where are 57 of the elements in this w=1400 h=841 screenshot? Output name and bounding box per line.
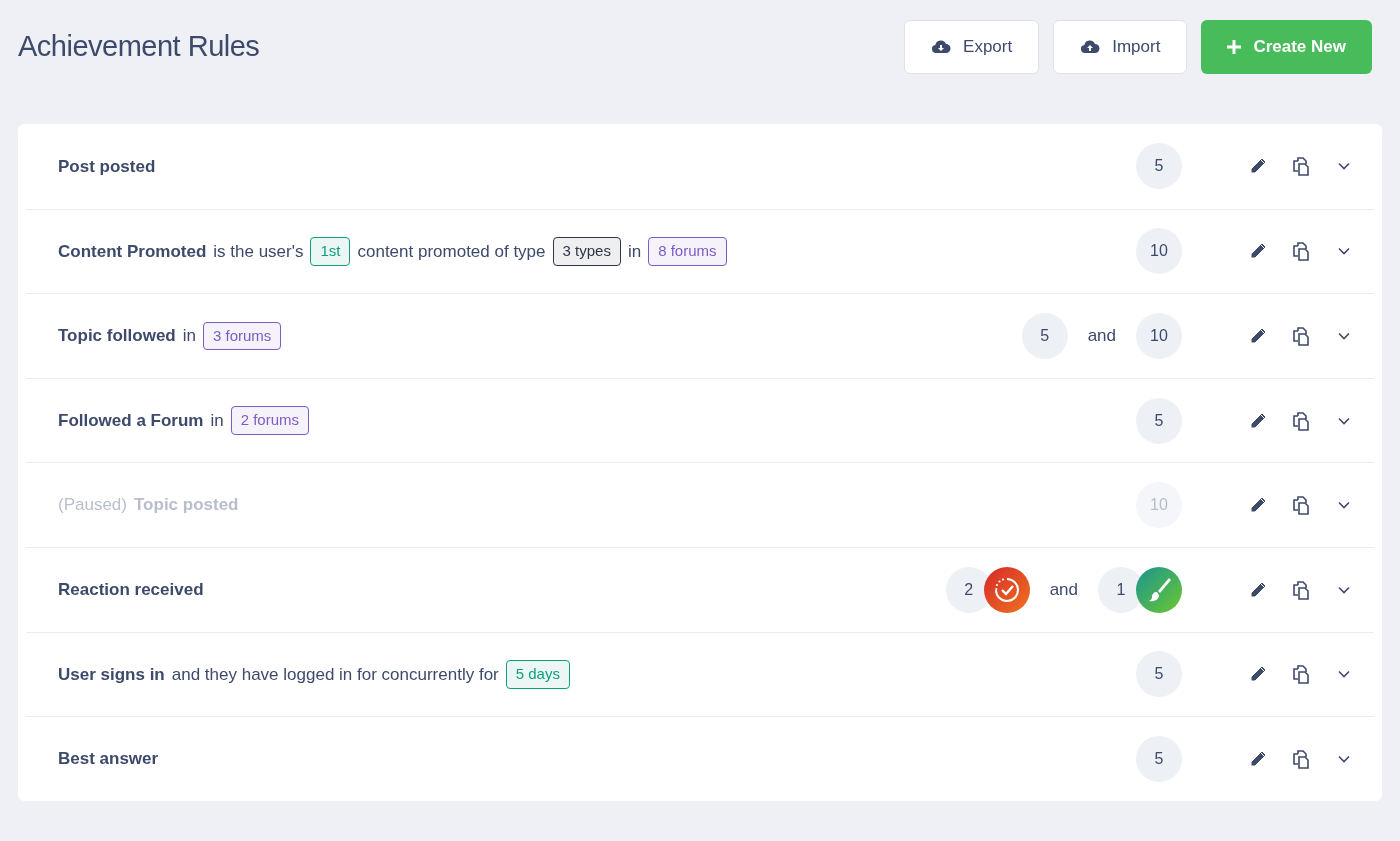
copy-icon[interactable] (1290, 663, 1312, 686)
pencil-icon[interactable] (1248, 326, 1268, 346)
cloud-upload-icon (1080, 39, 1101, 55)
points-badge: 5 (1136, 651, 1182, 698)
and-text: and (1087, 325, 1116, 348)
rule-name: Post posted (58, 155, 156, 178)
copy-icon[interactable] (1290, 325, 1312, 347)
copy-icon[interactable] (1290, 155, 1312, 178)
points-badge: 10 (1136, 482, 1182, 529)
rule-text: is the user's (213, 240, 304, 263)
rule-name: Content Promoted (58, 240, 207, 263)
import-button[interactable]: Import (1053, 20, 1188, 74)
rule-tag[interactable]: 8 forums (648, 237, 727, 266)
copy-icon[interactable] (1290, 747, 1312, 770)
chevron-down-icon[interactable] (1338, 162, 1350, 171)
rule-name: Topic posted (134, 494, 239, 517)
points-badge: 5 (1136, 397, 1182, 444)
rule-tag[interactable]: 1st (310, 237, 351, 266)
rule-text: in (182, 325, 196, 348)
copy-icon[interactable] (1290, 578, 1312, 601)
points-badge: 10 (1136, 228, 1182, 275)
rule-text: in (627, 240, 642, 263)
rule-text: (Paused) (58, 494, 127, 517)
chevron-down-icon[interactable] (1338, 332, 1350, 340)
points-badge: 5 (1136, 143, 1182, 190)
rule-text: in (210, 409, 224, 432)
chevron-down-icon[interactable] (1338, 585, 1350, 594)
rule-name: Reaction received (58, 579, 204, 601)
rule-tag[interactable]: 2 forums (230, 406, 310, 435)
chevron-down-icon[interactable] (1338, 670, 1350, 679)
dotted-check-badge-icon (983, 566, 1030, 613)
plus-icon (1227, 40, 1242, 54)
points-badge: 5 (1021, 313, 1068, 359)
chevron-down-icon[interactable] (1338, 501, 1350, 510)
points-badge: 5 (1136, 735, 1182, 782)
points-badge: 10 (1136, 313, 1182, 359)
create-new-button[interactable]: Create New (1201, 20, 1372, 74)
page-title: Achievement Rules (18, 29, 260, 65)
rule-name: Topic followed (58, 325, 176, 348)
rule-tag[interactable]: 5 days (505, 660, 570, 689)
rule-tag[interactable]: 3 forums (202, 321, 282, 351)
copy-icon[interactable] (1290, 494, 1312, 517)
chevron-down-icon[interactable] (1338, 416, 1350, 425)
brush-badge-icon (1136, 566, 1182, 613)
cloud-download-icon (931, 39, 952, 55)
chevron-down-icon[interactable] (1338, 247, 1350, 256)
rule-tag[interactable]: 3 types (552, 237, 621, 266)
copy-icon[interactable] (1290, 240, 1312, 263)
rule-name: Best answer (58, 748, 159, 771)
rule-text: and they have logged in for concurrently for (171, 663, 499, 686)
chevron-down-icon[interactable] (1338, 754, 1350, 763)
rule-name: Followed a Forum (58, 409, 204, 432)
rule-text: content promoted of type (357, 240, 546, 263)
export-button[interactable]: Export (904, 20, 1040, 74)
rule-name: User signs in (58, 663, 165, 686)
and-text: and (1049, 579, 1078, 601)
copy-icon[interactable] (1290, 409, 1312, 432)
